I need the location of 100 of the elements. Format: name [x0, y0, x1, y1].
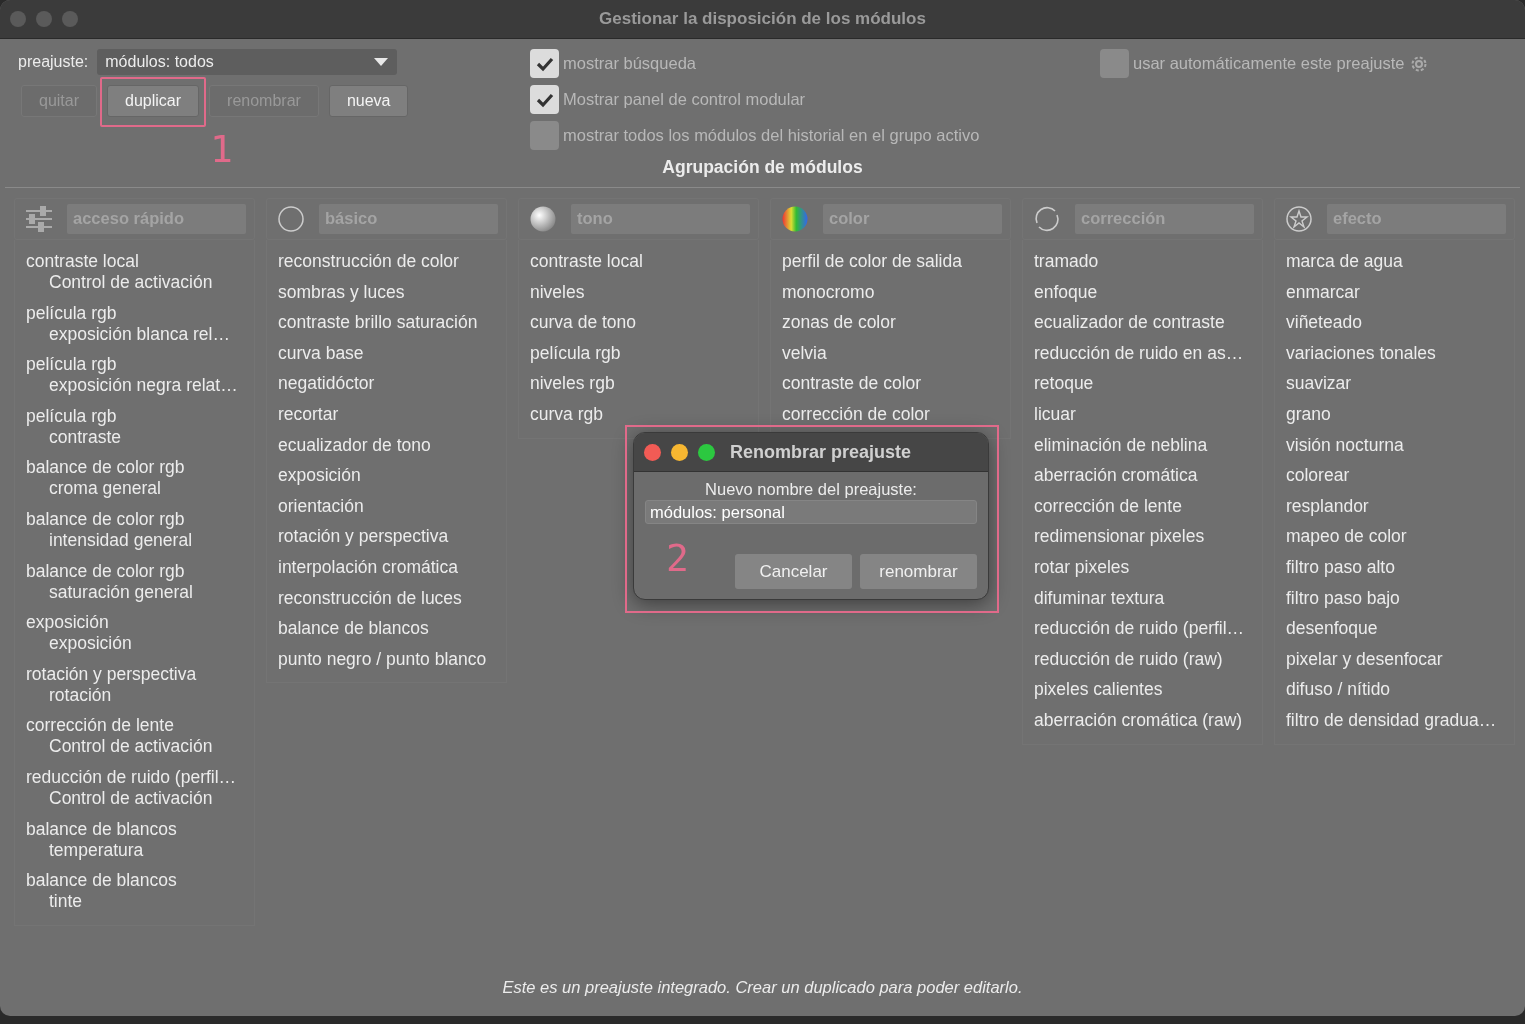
module-item[interactable]: filtro paso bajo — [1286, 586, 1510, 609]
annotation-number: 1 — [210, 127, 233, 171]
module-item[interactable]: difuminar textura — [1034, 586, 1258, 609]
module-item[interactable]: balance de blancos — [278, 617, 502, 640]
module-item[interactable]: redimensionar pixeles — [1034, 525, 1258, 548]
module-item[interactable]: rotación y perspectiva — [26, 662, 250, 685]
module-item[interactable]: balance de blancos — [26, 869, 250, 892]
module-detail: Control de activación — [48, 272, 214, 293]
module-item[interactable]: contraste brillo saturación — [278, 311, 502, 334]
window-control-dot[interactable] — [671, 443, 688, 461]
module-item[interactable]: variaciones tonales — [1286, 341, 1510, 364]
module-item[interactable]: curva rgb — [530, 402, 754, 425]
module-item[interactable]: orientación — [278, 494, 502, 517]
module-item[interactable]: reconstrucción de color — [278, 250, 502, 272]
module-item[interactable]: filtro de densidad gradua… — [1286, 708, 1510, 731]
module-item[interactable]: punto negro / punto blanco — [278, 647, 502, 670]
module-item[interactable]: película rgb — [530, 341, 754, 364]
star-circle-icon — [1285, 205, 1313, 233]
preset-dropdown[interactable]: módulos: todos — [97, 49, 398, 75]
module-item[interactable]: difuso / nítido — [1286, 678, 1510, 701]
checkbox[interactable] — [1100, 49, 1129, 78]
module-item[interactable]: contraste local — [530, 250, 754, 272]
module-item[interactable]: marca de agua — [1286, 250, 1510, 272]
module-item[interactable]: balance de color rgb — [26, 456, 250, 479]
module-item[interactable]: colorear — [1286, 464, 1510, 487]
module-item[interactable]: balance de color rgb — [26, 559, 250, 582]
sliders-icon — [25, 205, 53, 233]
module-item[interactable]: pixelar y desenfocar — [1286, 647, 1510, 670]
module-item[interactable]: velvia — [782, 341, 1006, 364]
module-item[interactable]: exposición — [278, 464, 502, 487]
module-item[interactable]: retoque — [1034, 372, 1258, 395]
module-item[interactable]: reducción de ruido (raw) — [1034, 647, 1258, 670]
module-item[interactable]: reducción de ruido (perfil… — [26, 765, 250, 788]
module-item[interactable]: corrección de lente — [26, 714, 250, 737]
window-control-dot[interactable] — [36, 11, 52, 27]
module-item[interactable]: grano — [1286, 402, 1510, 425]
module-item[interactable]: desenfoque — [1286, 617, 1510, 640]
module-item[interactable]: ecualizador de contraste — [1034, 311, 1258, 334]
module-item[interactable]: monocromo — [782, 280, 1006, 303]
module-detail: tinte — [48, 891, 84, 913]
module-item[interactable]: aberración cromática (raw) — [1034, 708, 1258, 731]
module-item[interactable]: eliminación de neblina — [1034, 433, 1258, 456]
dialog-button[interactable]: Cancelar — [735, 554, 852, 589]
module-item[interactable]: balance de blancos — [26, 817, 250, 840]
module-item[interactable]: exposición — [26, 611, 250, 634]
module-item[interactable]: balance de color rgb — [26, 507, 250, 530]
module-item[interactable]: rotar pixeles — [1034, 555, 1258, 578]
module-item[interactable]: recortar — [278, 402, 502, 425]
module-item[interactable]: tramado — [1034, 250, 1258, 272]
module-item[interactable]: filtro paso alto — [1286, 555, 1510, 578]
module-item[interactable]: curva de tono — [530, 311, 754, 334]
module-item[interactable]: pixeles calientes — [1034, 678, 1258, 701]
window-control-dot[interactable] — [62, 11, 78, 27]
module-detail: exposición — [48, 633, 133, 655]
window-control-dot[interactable] — [10, 11, 26, 27]
module-item[interactable]: perfil de color de salida — [782, 250, 1006, 272]
preset-action-button[interactable]: duplicar — [107, 85, 200, 117]
module-item[interactable]: enmarcar — [1286, 280, 1510, 303]
module-detail: intensidad general — [48, 529, 194, 551]
module-item[interactable]: resplandor — [1286, 494, 1510, 517]
module-item[interactable]: reconstrucción de luces — [278, 586, 502, 609]
window-control-dot[interactable] — [644, 443, 661, 461]
module-item[interactable]: película rgb — [26, 301, 250, 324]
module-item[interactable]: zonas de color — [782, 311, 1006, 334]
module-item[interactable]: negatidóctor — [278, 372, 502, 395]
module-item[interactable]: corrección de lente — [1034, 494, 1258, 517]
dialog-button[interactable]: renombrar — [860, 554, 977, 589]
preset-label: preajuste: — [18, 53, 89, 71]
module-item[interactable]: sombras y luces — [278, 280, 502, 303]
module-item[interactable]: película rgb — [26, 353, 250, 376]
module-item[interactable]: enfoque — [1034, 280, 1258, 303]
module-item[interactable]: niveles — [530, 280, 754, 303]
module-detail: saturación general — [48, 581, 194, 603]
module-item[interactable]: reducción de ruido (perfil… — [1034, 617, 1258, 640]
module-item[interactable]: viñeteado — [1286, 311, 1510, 334]
module-item[interactable]: ecualizador de tono — [278, 433, 502, 456]
module-item[interactable]: película rgb — [26, 404, 250, 427]
window-control-dot[interactable] — [698, 443, 715, 461]
module-item[interactable]: contraste de color — [782, 372, 1006, 395]
module-item[interactable]: contraste local — [26, 250, 250, 272]
preset-action-button[interactable]: nueva — [328, 85, 409, 117]
checkbox[interactable] — [530, 49, 559, 78]
checkbox[interactable] — [530, 121, 559, 150]
module-item[interactable]: rotación y perspectiva — [278, 525, 502, 548]
dialog-prompt: Nuevo nombre del preajuste: — [704, 480, 918, 499]
module-item[interactable]: aberración cromática — [1034, 464, 1258, 487]
checkbox-label: mostrar búsqueda — [563, 54, 696, 73]
module-item[interactable]: licuar — [1034, 402, 1258, 425]
checkbox[interactable] — [530, 85, 559, 114]
module-item[interactable]: suavizar — [1286, 372, 1510, 395]
module-item[interactable]: niveles rgb — [530, 372, 754, 395]
name-input-field[interactable]: módulos: personal — [645, 500, 977, 524]
annotation-number: 2 — [666, 536, 689, 580]
module-item[interactable]: interpolación cromática — [278, 555, 502, 578]
module-item[interactable]: reducción de ruido en as… — [1034, 341, 1258, 364]
module-item[interactable]: mapeo de color — [1286, 525, 1510, 548]
color-wheel-icon — [781, 205, 809, 233]
module-item[interactable]: corrección de color — [782, 402, 1006, 425]
module-item[interactable]: visión nocturna — [1286, 433, 1510, 456]
module-item[interactable]: curva base — [278, 341, 502, 364]
